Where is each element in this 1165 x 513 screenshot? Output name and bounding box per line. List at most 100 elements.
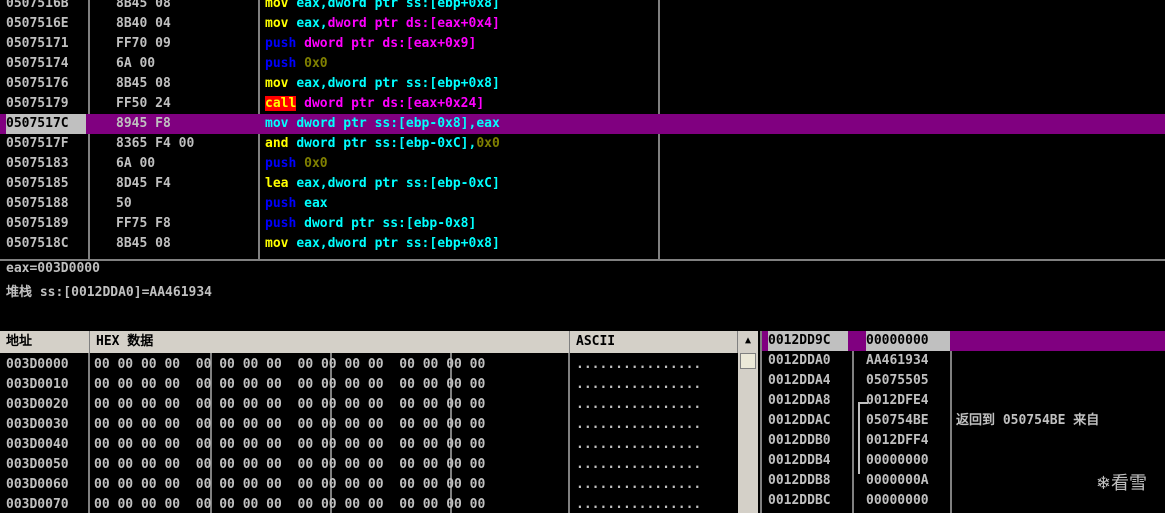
stack-value: 00000000 xyxy=(866,331,950,351)
disasm-row[interactable]: 05075183 6A 00 push 0x0 xyxy=(0,154,1165,174)
instruction-token: mov xyxy=(265,236,297,251)
disasm-row[interactable]: 05075171 FF70 09 push dword ptr ds:[eax+0x… xyxy=(0,34,1165,54)
instruction-address: 05075185 xyxy=(6,176,69,191)
opcode-bytes: 8B45 08 xyxy=(116,236,171,251)
instruction-token: eax, xyxy=(296,236,328,251)
opcode-bytes: 8B45 08 xyxy=(116,76,171,91)
stack-value: 050754BE xyxy=(866,413,929,428)
disasm-row[interactable]: 0507517C 8945 F8 mov dword ptr ss:[ebp-0x8… xyxy=(0,114,1165,134)
instruction-token: lea xyxy=(265,176,297,191)
stack-row[interactable]: 0012DDA4 05075505 xyxy=(762,371,1165,391)
stack-address: 0012DDB8 xyxy=(768,473,831,488)
dump-row[interactable]: 003D0070 00 00 00 00 00 00 00 00 00 00 00… xyxy=(0,495,760,513)
instruction-text: lea eax,dword ptr ss:[ebp-0xC] xyxy=(265,174,655,194)
disasm-row[interactable]: 0507516E 8B40 04 mov eax,dword ptr ds:[eax… xyxy=(0,14,1165,34)
opcode-bytes: 8945 F8 xyxy=(116,116,171,131)
vertical-scrollbar[interactable]: ▲ xyxy=(738,331,758,513)
instruction-token: eax, xyxy=(296,16,328,31)
dump-row[interactable]: 003D0060 00 00 00 00 00 00 00 00 00 00 00… xyxy=(0,475,760,495)
dump-row[interactable]: 003D0050 00 00 00 00 00 00 00 00 00 00 00… xyxy=(0,455,760,475)
dump-bytes: 00 00 00 00 00 00 00 00 00 00 00 00 00 0… xyxy=(94,457,486,472)
instruction-address: 05075188 xyxy=(6,196,69,211)
instruction-token: eax, xyxy=(296,76,328,91)
instruction-address: 0507517C xyxy=(6,114,86,134)
opcode-bytes: 6A 00 xyxy=(116,156,156,171)
stack-row[interactable]: 0012DDA8 0012DFE4 xyxy=(762,391,1165,411)
dump-bytes: 00 00 00 00 00 00 00 00 00 00 00 00 00 0… xyxy=(94,417,486,432)
stack-address: 0012DDA4 xyxy=(768,373,831,388)
stack-comment: 返回到 050754BE 来自 xyxy=(956,413,1100,428)
instruction-text: push eax xyxy=(265,194,655,214)
stack-row[interactable]: 0012DDAC 050754BE 返回到 050754BE 来自 xyxy=(762,411,1165,431)
stack-row[interactable]: 0012DDB4 00000000 xyxy=(762,451,1165,471)
scroll-thumb[interactable] xyxy=(740,353,756,369)
stack-address: 0012DDA0 xyxy=(768,353,831,368)
scroll-up-icon[interactable]: ▲ xyxy=(738,331,758,351)
dump-row[interactable]: 003D0000 00 00 00 00 00 00 00 00 00 00 00… xyxy=(0,355,760,375)
dump-bytes: 00 00 00 00 00 00 00 00 00 00 00 00 00 0… xyxy=(94,477,486,492)
dump-ascii: ................ xyxy=(576,357,702,372)
instruction-token: push xyxy=(265,156,305,171)
disasm-row[interactable]: 05075188 50 push eax xyxy=(0,194,1165,214)
register-info: eax=003D0000 xyxy=(6,261,100,276)
opcode-bytes: FF75 F8 xyxy=(116,216,171,231)
instruction-token: dword ptr ds:[eax+0x24] xyxy=(304,96,485,111)
instruction-address: 0507516B xyxy=(6,0,69,11)
opcode-bytes: 8B45 08 xyxy=(116,0,171,11)
disasm-row[interactable]: 05075189 FF75 F8 push dword ptr ss:[ebp-0x… xyxy=(0,214,1165,234)
instruction-token: push xyxy=(265,216,305,231)
stack-address: 0012DDA8 xyxy=(768,393,831,408)
dump-address: 003D0030 xyxy=(6,417,69,432)
disasm-row[interactable]: 05075185 8D45 F4 lea eax,dword ptr ss:[ebp… xyxy=(0,174,1165,194)
dump-address: 003D0010 xyxy=(6,377,69,392)
stack-value: 05075505 xyxy=(866,373,929,388)
dump-bytes: 00 00 00 00 00 00 00 00 00 00 00 00 00 0… xyxy=(94,397,486,412)
stack-row[interactable]: 0012DDA0 AA461934 xyxy=(762,351,1165,371)
dump-address: 003D0000 xyxy=(6,357,69,372)
header-address[interactable]: 地址 xyxy=(0,331,90,353)
disassembly-pane[interactable]: 0507516B 8B45 08 mov eax,dword ptr ss:[ebp… xyxy=(0,0,1165,259)
dump-ascii: ................ xyxy=(576,497,702,512)
instruction-token: and xyxy=(265,136,297,151)
instruction-token: 0x0 xyxy=(304,156,328,171)
disasm-row[interactable]: 0507517F 8365 F4 00 and dword ptr ss:[ebp-… xyxy=(0,134,1165,154)
dump-row[interactable]: 003D0030 00 00 00 00 00 00 00 00 00 00 00… xyxy=(0,415,760,435)
dump-row[interactable]: 003D0010 00 00 00 00 00 00 00 00 00 00 00… xyxy=(0,375,760,395)
header-ascii[interactable]: ASCII xyxy=(570,331,738,353)
dump-row[interactable]: 003D0020 00 00 00 00 00 00 00 00 00 00 00… xyxy=(0,395,760,415)
instruction-address: 0507516E xyxy=(6,16,69,31)
stack-address: 0012DDAC xyxy=(768,413,831,428)
disasm-row[interactable]: 05075176 8B45 08 mov eax,dword ptr ss:[ebp… xyxy=(0,74,1165,94)
stack-address: 0012DD9C xyxy=(768,331,848,351)
stack-value: 00000000 xyxy=(866,493,929,508)
stack-row[interactable]: 0012DDB0 0012DFF4 xyxy=(762,431,1165,451)
instruction-token: mov xyxy=(265,76,297,91)
stack-value: 00000000 xyxy=(866,453,929,468)
dump-bytes: 00 00 00 00 00 00 00 00 00 00 00 00 00 0… xyxy=(94,497,486,512)
instruction-text: and dword ptr ss:[ebp-0xC],0x0 xyxy=(265,134,655,154)
instruction-token: 0x0 xyxy=(476,136,500,151)
instruction-token: dword ptr ss:[ebp+0x8] xyxy=(327,236,500,251)
instruction-address: 05075183 xyxy=(6,156,69,171)
disasm-row[interactable]: 05075179 FF50 24 call dword ptr ds:[eax+0x… xyxy=(0,94,1165,114)
instruction-token: dword ptr ss:[ebp+0x8] xyxy=(327,0,500,11)
disasm-row[interactable]: 05075174 6A 00 push 0x0 xyxy=(0,54,1165,74)
instruction-address: 05075171 xyxy=(6,36,69,51)
instruction-text: push 0x0 xyxy=(265,154,655,174)
header-hex[interactable]: HEX 数据 xyxy=(90,331,570,353)
stack-address: 0012DDB4 xyxy=(768,453,831,468)
instruction-token: dword ptr ss:[ebp-0xC] xyxy=(327,176,500,191)
opcode-bytes: FF70 09 xyxy=(116,36,171,51)
dump-ascii: ................ xyxy=(576,477,702,492)
instruction-text: mov eax,dword ptr ss:[ebp+0x8] xyxy=(265,0,655,14)
stack-row[interactable]: 0012DD9C 00000000 xyxy=(762,331,1165,351)
stack-value: 0012DFF4 xyxy=(866,433,929,448)
instruction-address: 0507518C xyxy=(6,236,69,251)
disasm-row[interactable]: 0507518C 8B45 08 mov eax,dword ptr ss:[ebp… xyxy=(0,234,1165,254)
hex-dump-pane[interactable]: 地址 HEX 数据 ASCII 003D0000 00 00 00 00 00 0… xyxy=(0,331,760,513)
opcode-bytes: 6A 00 xyxy=(116,56,156,71)
stack-address: 0012DDB0 xyxy=(768,433,831,448)
disasm-row[interactable]: 0507516B 8B45 08 mov eax,dword ptr ss:[ebp… xyxy=(0,0,1165,14)
dump-row[interactable]: 003D0040 00 00 00 00 00 00 00 00 00 00 00… xyxy=(0,435,760,455)
snowflake-icon: ❄ xyxy=(1095,473,1111,494)
